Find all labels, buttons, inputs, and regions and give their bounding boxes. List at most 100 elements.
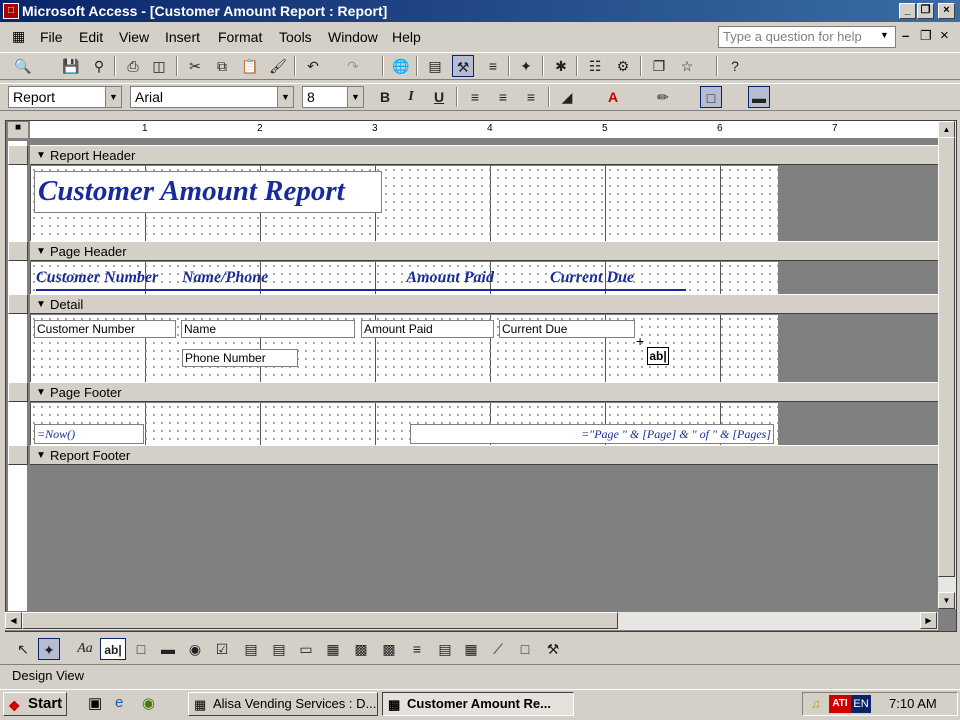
new-object-icon[interactable]: ☆	[676, 55, 698, 77]
textbox-now-date[interactable]: =Now()	[34, 424, 144, 444]
section-detail[interactable]: ▼ Detail	[30, 294, 938, 314]
report-doc-icon[interactable]: ▦	[12, 28, 25, 45]
page-break-icon[interactable]: ≡	[406, 638, 428, 660]
doc-restore-button[interactable]: ❐	[920, 28, 932, 44]
fill-color-icon[interactable]: ◢	[556, 86, 578, 108]
check-box-icon[interactable]: ☑	[211, 638, 233, 660]
menu-file[interactable]: File	[40, 29, 63, 45]
hyperlink-icon[interactable]: 🌐	[390, 55, 412, 77]
section-selector[interactable]	[8, 145, 28, 165]
field-list-icon[interactable]: ▤	[424, 55, 446, 77]
more-controls-icon[interactable]: ⚒	[542, 638, 564, 660]
build-icon[interactable]: ⚙	[612, 55, 634, 77]
label-tool-icon[interactable]: Aa	[74, 638, 96, 660]
section-page-header[interactable]: ▼ Page Header	[30, 241, 938, 261]
access-app-icon[interactable]: □	[3, 3, 19, 19]
tray-language-icon[interactable]: EN	[851, 695, 871, 713]
search-icon[interactable]: ⚲	[88, 55, 110, 77]
option-group-icon[interactable]: □	[130, 638, 152, 660]
minimize-button[interactable]: _	[899, 3, 916, 19]
combo-box-icon[interactable]: ▤	[240, 638, 262, 660]
align-right-icon[interactable]: ≡	[520, 86, 542, 108]
section-selector[interactable]	[8, 445, 28, 465]
code-icon[interactable]: ✱	[550, 55, 572, 77]
properties-icon[interactable]: ☷	[584, 55, 606, 77]
quick-launch-icon[interactable]: ◉	[142, 694, 155, 712]
print-preview-icon[interactable]: ◫	[148, 55, 170, 77]
textbox-phone-number[interactable]: Phone Number	[182, 349, 298, 367]
subreport-icon[interactable]: ▦	[460, 638, 482, 660]
scroll-right-icon[interactable]: ▶	[920, 612, 937, 629]
rectangle-tool-icon[interactable]: □	[514, 638, 536, 660]
line-tool-icon[interactable]: ⟋	[487, 638, 509, 660]
align-left-icon[interactable]: ≡	[464, 86, 486, 108]
command-button-icon[interactable]: ▭	[295, 638, 317, 660]
menu-insert[interactable]: Insert	[165, 29, 200, 45]
special-effect-icon[interactable]: ▬	[748, 86, 770, 108]
taskbar-database-window[interactable]: ▦ Alisa Vending Services : D...	[188, 692, 378, 716]
bold-icon[interactable]: B	[374, 86, 396, 108]
control-wizards-icon[interactable]: ✦	[38, 638, 60, 660]
header-underline[interactable]	[36, 289, 686, 291]
save-icon[interactable]: 💾	[60, 55, 82, 77]
ask-question-input[interactable]: Type a question for help	[718, 26, 896, 48]
scroll-down-icon[interactable]: ▼	[938, 592, 955, 609]
section-selector[interactable]	[8, 294, 28, 314]
list-box-icon[interactable]: ▤	[268, 638, 290, 660]
section-selector[interactable]	[8, 241, 28, 261]
label-name-phone[interactable]: Name/Phone	[182, 268, 354, 288]
close-button[interactable]: ×	[938, 3, 955, 19]
font-color-icon[interactable]: A	[602, 86, 624, 108]
undo-icon[interactable]: ↶	[302, 55, 324, 77]
print-icon[interactable]: ⎙	[122, 55, 144, 77]
line-color-icon[interactable]: ✏	[652, 86, 674, 108]
label-customer-number[interactable]: Customer Number	[36, 268, 176, 288]
label-amount-paid[interactable]: Amount Paid	[362, 268, 494, 288]
menu-format[interactable]: Format	[218, 29, 262, 45]
menu-view[interactable]: View	[119, 29, 149, 45]
menu-help[interactable]: Help	[392, 29, 421, 45]
copy-icon[interactable]: ⧉	[211, 55, 233, 77]
textbox-amount-paid[interactable]: Amount Paid	[361, 320, 494, 338]
scroll-left-icon[interactable]: ◀	[5, 612, 22, 629]
report-selector[interactable]: ■	[8, 122, 28, 138]
option-button-icon[interactable]: ◉	[184, 638, 206, 660]
hscroll-thumb[interactable]	[22, 612, 618, 629]
label-current-due[interactable]: Current Due	[500, 268, 634, 288]
align-center-icon[interactable]: ≡	[492, 86, 514, 108]
show-desktop-icon[interactable]: ▣	[88, 694, 102, 712]
unbound-object-icon[interactable]: ▩	[350, 638, 372, 660]
font-name-combo[interactable]: Arial ▼	[130, 86, 294, 108]
textbox-current-due[interactable]: Current Due	[499, 320, 635, 338]
section-selector[interactable]	[8, 382, 28, 402]
menu-edit[interactable]: Edit	[79, 29, 103, 45]
redo-icon[interactable]: ↷	[342, 55, 364, 77]
underline-icon[interactable]: U	[428, 86, 450, 108]
textbox-name[interactable]: Name	[181, 320, 355, 338]
menu-tools[interactable]: Tools	[279, 29, 312, 45]
start-button[interactable]: ❖ Start	[3, 692, 67, 716]
cut-icon[interactable]: ✂	[184, 55, 206, 77]
select-objects-icon[interactable]: ↖	[12, 638, 34, 660]
database-window-icon[interactable]: ❐	[648, 55, 670, 77]
internet-explorer-icon[interactable]: e	[115, 694, 123, 711]
textbox-page-number[interactable]: ="Page " & [Page] & " of " & [Pages]	[410, 424, 774, 444]
view-icon[interactable]: 🔍	[12, 55, 34, 77]
restore-button[interactable]: ❐	[917, 3, 934, 19]
toolbox-icon[interactable]: ⚒	[452, 55, 474, 77]
section-report-footer[interactable]: ▼ Report Footer	[30, 445, 938, 465]
help-icon[interactable]: ?	[724, 55, 746, 77]
section-page-footer[interactable]: ▼ Page Footer	[30, 382, 938, 402]
paste-icon[interactable]: 📋	[239, 55, 261, 77]
menu-window[interactable]: Window	[328, 29, 378, 45]
object-selector-combo[interactable]: Report ▼	[8, 86, 122, 108]
scroll-up-icon[interactable]: ▲	[938, 121, 955, 138]
tab-control-icon[interactable]: ▤	[434, 638, 456, 660]
tray-clock[interactable]: 7:10 AM	[889, 693, 937, 715]
report-title-label[interactable]: Customer Amount Report	[34, 171, 382, 213]
toggle-button-icon[interactable]: ▬	[157, 638, 179, 660]
doc-minimize-button[interactable]: –	[902, 28, 909, 43]
doc-close-button[interactable]: ×	[940, 27, 949, 44]
italic-icon[interactable]: I	[400, 86, 422, 108]
scroll-thumb[interactable]	[938, 137, 955, 577]
